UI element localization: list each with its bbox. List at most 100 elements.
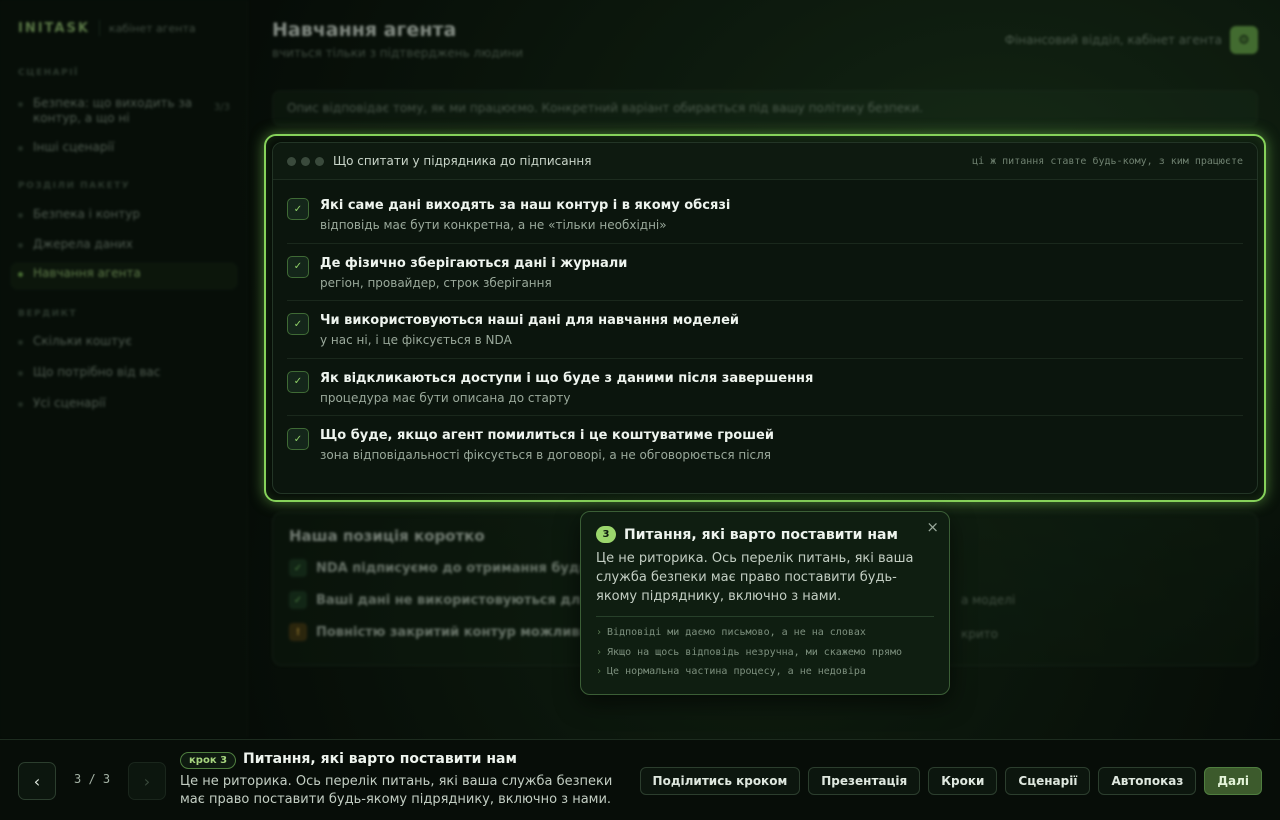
question-subtitle: зона відповідальності фіксується в догов… <box>320 448 772 462</box>
popover-body: Це не риторика. Ось перелік питань, які … <box>596 551 914 604</box>
bullet-dot <box>18 371 23 376</box>
bullet-dot <box>18 402 23 407</box>
check-icon: ✓ <box>287 313 309 335</box>
question-title: Що буде, якщо агент помилиться і це кошт… <box>320 428 774 443</box>
tour-bottom-bar: ‹ 3 / 3 › крок 3 Питання, які варто пост… <box>0 739 1280 820</box>
share-step-button[interactable]: Поділитись кроком <box>639 767 801 795</box>
check-icon: ✓ <box>287 370 309 393</box>
sidebar-item-label: Скільки коштує <box>33 334 132 348</box>
warning-icon: ! <box>289 623 307 641</box>
brand: INITASK кабінет агента <box>18 20 196 36</box>
card-header: Що спитати у підрядника до підписання ці… <box>273 143 1257 180</box>
questions-card: Що спитати у підрядника до підписання ці… <box>272 142 1258 494</box>
sidebar-item-label: Усі сценарії <box>33 396 106 410</box>
chevron-right-icon: › <box>596 646 603 658</box>
info-note: Опис відповідає тому, як ми працюємо. Ко… <box>272 90 1258 126</box>
card-title: Що спитати у підрядника до підписання <box>333 154 592 168</box>
steps-button[interactable]: Кроки <box>928 767 998 795</box>
position-text-tail: крито <box>961 627 998 641</box>
section-title-scenarios: СЦЕНАРІЇ <box>18 68 79 78</box>
step-description: Це не риторика. Ось перелік питань, які … <box>180 774 613 807</box>
sidebar-item-label: Що потрібно від вас <box>33 365 161 379</box>
popover-title: Питання, які варто поставити нам <box>624 526 898 543</box>
autoplay-button[interactable]: Автопоказ <box>1098 767 1197 795</box>
question-row: ✓ Чи використовуються наші дані для навч… <box>287 301 1243 359</box>
sidebar-item-label: Навчання агента <box>33 266 141 280</box>
page-title: Навчання агента <box>272 19 457 41</box>
popover-bullet-text: Це нормальна частина процесу, а не недов… <box>607 666 866 677</box>
bullet-dot <box>18 340 23 345</box>
bullet-dot <box>18 272 23 277</box>
sidebar-item-label: Безпека: що виходить за контур, а що ні <box>33 96 193 125</box>
check-icon: ✓ <box>289 559 307 577</box>
step-counter: 3 / 3 <box>74 772 111 786</box>
popover-header: 3 Питання, які варто поставити нам <box>596 526 934 543</box>
check-icon: ✓ <box>287 198 309 220</box>
next-step-arrow-button[interactable]: › <box>128 762 166 800</box>
page-subtitle: вчиться тільки з підтверджень людини <box>272 46 524 60</box>
prev-step-button[interactable]: ‹ <box>18 762 56 800</box>
header-account[interactable]: Фінансовий відділ, кабінет агента ⚙ <box>1005 26 1258 54</box>
question-row: ✓ Що буде, якщо агент помилиться і це ко… <box>287 416 1243 474</box>
scenarios-button[interactable]: Сценарії <box>1005 767 1091 795</box>
bullet-dot <box>18 243 23 248</box>
gear-icon[interactable]: ⚙ <box>1230 26 1258 54</box>
close-icon[interactable]: × <box>926 518 939 536</box>
bullet-dot <box>18 213 23 218</box>
sidebar-item-count: 3/3 <box>213 102 230 113</box>
question-subtitle: у нас ні, і це фіксується в NDA <box>320 333 512 347</box>
position-text: Повністю закритий контур можливи <box>316 624 589 640</box>
popover-bullet-text: Відповіді ми даємо письмово, а не на сло… <box>607 627 866 638</box>
brand-logo: INITASK <box>18 20 90 36</box>
question-title: Чи використовуються наші дані для навчан… <box>320 313 739 328</box>
sidebar-item-requirements[interactable]: Що потрібно від вас <box>10 361 238 383</box>
sidebar-item-data-sources[interactable]: Джерела даних <box>10 233 238 255</box>
sidebar-item-label: Джерела даних <box>33 237 133 251</box>
question-title: Де фізично зберігаються дані і журнали <box>320 255 628 271</box>
bullet-dot <box>18 146 23 151</box>
position-text: NDA підписуємо до отримання будь <box>316 560 588 576</box>
step-title: Питання, які варто поставити нам <box>243 751 517 767</box>
sidebar-item-all-scenarios[interactable]: Усі сценарії <box>10 392 238 414</box>
sidebar-item-label: Безпека і контур <box>33 207 140 221</box>
window-dots <box>287 156 324 166</box>
check-icon: ✓ <box>287 255 309 278</box>
account-label: Фінансовий відділ, кабінет агента <box>1004 33 1222 47</box>
section-title-package: РОЗДІЛИ ПАКЕТУ <box>18 181 131 191</box>
next-button[interactable]: Далі <box>1204 767 1262 795</box>
sidebar-item-agent-training[interactable]: Навчання агента <box>10 262 238 290</box>
check-icon: ✓ <box>289 591 307 609</box>
question-title: Як відкликаються доступи і що буде з дан… <box>320 370 814 386</box>
popover-divider <box>596 616 934 617</box>
brand-subtitle: кабінет агента <box>108 21 196 35</box>
presentation-button[interactable]: Презентація <box>808 767 921 795</box>
app: INITASK кабінет агента СЦЕНАРІЇ Безпека:… <box>0 0 1280 820</box>
question-subtitle: процедура має бути описана до старту <box>320 390 571 405</box>
check-icon: ✓ <box>287 428 309 450</box>
question-row: ✓ Які саме дані виходять за наш контур і… <box>287 186 1243 244</box>
step-number-badge: 3 <box>596 526 616 543</box>
bullet-dot <box>18 102 23 107</box>
sidebar-item-security-scenario[interactable]: Безпека: що виходить за контур, а що ні … <box>10 92 238 130</box>
chevron-right-icon: › <box>596 666 603 677</box>
question-row: ✓ Де фізично зберігаються дані і журнали… <box>287 244 1243 301</box>
position-text: Ваші дані не використовуються для <box>316 592 589 608</box>
sidebar-item-cost[interactable]: Скільки коштує <box>10 330 238 352</box>
popover-bullet-text: Якщо на щось відповідь незручна, ми скаж… <box>607 646 903 658</box>
question-subtitle: відповідь має бути конкретна, а не «тіль… <box>320 218 667 232</box>
position-text-tail: а моделі <box>961 593 1016 607</box>
section-title-verdict: ВЕРДИКТ <box>18 309 78 319</box>
sidebar-item-other-scenarios[interactable]: Інші сценарії <box>10 136 238 158</box>
sidebar: INITASK кабінет агента СЦЕНАРІЇ Безпека:… <box>0 0 248 738</box>
card-hint: ці ж питання ставте будь-кому, з ким пра… <box>972 155 1243 167</box>
question-row: ✓ Як відкликаються доступи і що буде з д… <box>287 359 1243 416</box>
sidebar-item-security-perimeter[interactable]: Безпека і контур <box>10 203 238 225</box>
popover-bullet: › Це нормальна частина процесу, а не недо… <box>596 662 934 682</box>
popover-bullet: › Відповіді ми даємо письмово, а не на сл… <box>596 623 934 643</box>
step-badge: крок 3 <box>180 752 237 769</box>
chevron-right-icon: › <box>596 627 603 638</box>
question-subtitle: регіон, провайдер, строк зберігання <box>320 275 552 290</box>
bottom-actions: Поділитись кроком Презентація Кроки Сцен… <box>639 767 1262 795</box>
brand-divider <box>98 20 100 36</box>
questions-list: ✓ Які саме дані виходять за наш контур і… <box>273 180 1257 474</box>
